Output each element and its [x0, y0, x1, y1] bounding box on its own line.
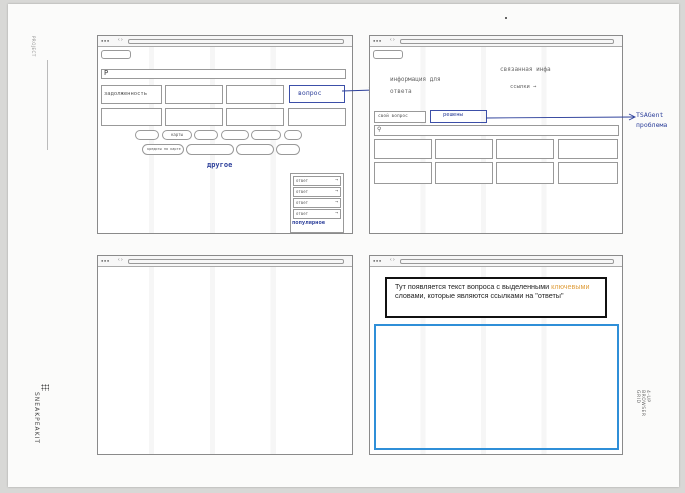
- pill-cards-label: карты: [171, 132, 184, 137]
- browser-bar: ●●● ‹ ›: [98, 36, 352, 47]
- window-dots-icon: ●●●: [101, 258, 110, 263]
- answers-panel: ответ → ответ → ответ → ответ → популярное: [290, 173, 344, 233]
- brand-label: SNEAKPEAKIT: [33, 392, 40, 445]
- logo-box: [373, 50, 403, 59]
- result-box[interactable]: [496, 162, 554, 184]
- question-button[interactable]: вопрос: [289, 85, 345, 103]
- pill[interactable]: [135, 130, 159, 140]
- result-box[interactable]: [435, 139, 493, 159]
- browser-bar: ●●● ‹ ›: [370, 256, 622, 267]
- answer-label: ответ: [296, 200, 309, 205]
- brand-logo-icon: [41, 384, 49, 391]
- project-label: PROJECT: [31, 36, 36, 57]
- own-question-button[interactable]: свой вопрос: [374, 111, 426, 123]
- answer-area: [374, 324, 619, 450]
- question-text-end: словами, которые являются ссылками на "о…: [395, 291, 564, 300]
- category-box[interactable]: [101, 108, 162, 126]
- pill[interactable]: [251, 130, 281, 140]
- grid-columns: [98, 267, 352, 454]
- result-box[interactable]: [374, 139, 432, 159]
- nav-arrows-icon: ‹ ›: [390, 257, 395, 263]
- url-bar: [128, 259, 344, 264]
- nav-arrows-icon: ‹ ›: [118, 37, 123, 43]
- pill-card-credit[interactable]: кредиты по карте: [142, 144, 184, 155]
- browser-frame-1: ●●● ‹ › P задолженность карты кредиты по…: [97, 35, 353, 234]
- keyword-highlight[interactable]: ключевыми: [551, 282, 589, 291]
- category-debt-label: задолженность: [104, 91, 148, 97]
- answer-item[interactable]: ответ →: [293, 198, 341, 208]
- links-label: ссылки →: [510, 84, 537, 90]
- category-box[interactable]: [165, 85, 223, 104]
- answer-item[interactable]: ответ →: [293, 176, 341, 186]
- speck: [505, 17, 507, 19]
- other-button-label: другое: [207, 161, 233, 169]
- category-box[interactable]: [226, 85, 284, 104]
- info-text: информация для ответа: [390, 76, 441, 95]
- arrow-icon: →: [334, 188, 338, 194]
- result-box[interactable]: [374, 162, 432, 184]
- question-text-box: Тут появляется текст вопроса с выделенны…: [385, 277, 607, 318]
- tsagent-note: TSAGent проблема: [636, 111, 668, 129]
- other-button[interactable]: другое: [204, 159, 238, 172]
- own-question-label: свой вопрос: [378, 114, 408, 119]
- nav-arrows-icon: ‹ ›: [390, 37, 395, 43]
- search-input[interactable]: ⚲: [374, 125, 619, 136]
- url-bar: [128, 39, 344, 44]
- solved-label: решены: [443, 112, 463, 118]
- solved-button[interactable]: решены: [430, 110, 487, 123]
- pill[interactable]: [276, 144, 300, 155]
- arrow-icon: →: [334, 199, 338, 205]
- question-text-start: Тут появляется текст вопроса с выделенны…: [395, 282, 552, 291]
- browser-frame-2: ●●● ‹ › информация для ответа связанная …: [369, 35, 623, 234]
- pill-cards[interactable]: карты: [162, 130, 192, 140]
- search-letter: P: [104, 69, 109, 77]
- pill[interactable]: [284, 130, 302, 140]
- pill[interactable]: [236, 144, 274, 155]
- pill[interactable]: [194, 130, 218, 140]
- browser-frame-3: ●●● ‹ ›: [97, 255, 353, 455]
- question-button-label: вопрос: [298, 89, 322, 97]
- logo-box: [101, 50, 131, 59]
- category-box[interactable]: [226, 108, 284, 126]
- answer-label: ответ: [296, 189, 309, 194]
- note-arrow: [485, 113, 637, 121]
- popular-label: популярное: [292, 220, 326, 226]
- answer-item[interactable]: ответ →: [293, 187, 341, 197]
- window-dots-icon: ●●●: [373, 258, 382, 263]
- result-box[interactable]: [558, 162, 618, 184]
- nav-arrows-icon: ‹ ›: [118, 257, 123, 263]
- side-rule: [47, 60, 48, 150]
- window-dots-icon: ●●●: [101, 38, 110, 43]
- category-box[interactable]: [165, 108, 223, 126]
- search-input[interactable]: P: [101, 69, 346, 79]
- answer-item[interactable]: ответ →: [293, 209, 341, 219]
- arrow-icon: →: [334, 177, 338, 183]
- result-box[interactable]: [558, 139, 618, 159]
- category-box[interactable]: [288, 108, 346, 126]
- result-box[interactable]: [435, 162, 493, 184]
- answer-label: ответ: [296, 178, 309, 183]
- category-debt[interactable]: задолженность: [101, 85, 162, 104]
- url-bar: [400, 259, 614, 264]
- search-icon: ⚲: [377, 126, 382, 133]
- pill[interactable]: [221, 130, 249, 140]
- window-dots-icon: ●●●: [373, 38, 382, 43]
- pill-card-credit-label: кредиты по карте: [147, 147, 181, 151]
- pill[interactable]: [186, 144, 234, 155]
- url-bar: [400, 39, 614, 44]
- grid-label: 4-UP BROWSER GRID: [635, 390, 650, 417]
- result-box[interactable]: [496, 139, 554, 159]
- linked-info: связанная инфа: [500, 66, 551, 73]
- browser-bar: ●●● ‹ ›: [98, 256, 352, 267]
- arrow-icon: →: [334, 210, 338, 216]
- browser-bar: ●●● ‹ ›: [370, 36, 622, 47]
- answer-label: ответ: [296, 211, 309, 216]
